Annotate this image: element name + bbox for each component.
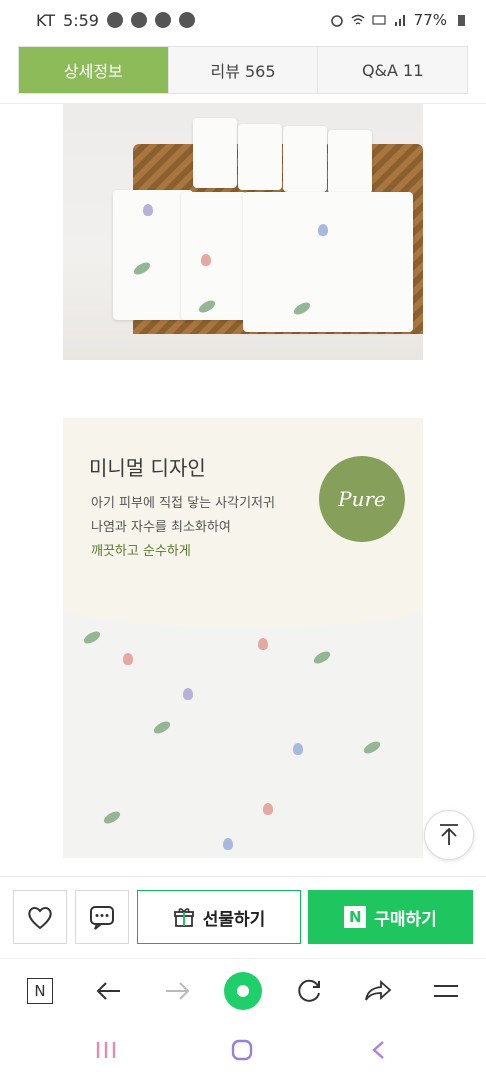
- rolled-towel: [283, 126, 327, 192]
- tab-reviews[interactable]: 리뷰 565: [168, 47, 319, 93]
- gift-icon: [173, 908, 194, 927]
- talk-button[interactable]: [75, 890, 129, 944]
- system-back-icon: [372, 1041, 384, 1059]
- promo-line: 아기 피부에 직접 닿는 사각기저귀: [91, 496, 275, 511]
- home-icon: [224, 972, 262, 1010]
- timer-icon: [130, 12, 147, 28]
- rolled-towel: [238, 124, 282, 190]
- forward-button[interactable]: [155, 969, 199, 1013]
- status-right: 77%: [330, 11, 468, 29]
- battery-percent: 77%: [413, 11, 447, 29]
- tulip-print: [223, 838, 233, 850]
- menu-icon: [434, 985, 458, 997]
- carrier: KT: [36, 10, 56, 30]
- home-button[interactable]: [221, 969, 265, 1013]
- refresh-button[interactable]: [288, 969, 332, 1013]
- tulip-print: [318, 224, 328, 236]
- tulip-print: [201, 254, 211, 266]
- product-image-minimal: 미니멀 디자인 아기 피부에 직접 닿는 사각기저귀 나염과 자수를 최소화하여…: [63, 418, 423, 858]
- hd-icon: [372, 15, 386, 25]
- promo-line: 깨끗하고 순수하게: [91, 544, 191, 559]
- n-tab-button[interactable]: N: [18, 969, 62, 1013]
- share-icon: [365, 980, 392, 1001]
- talk-icon: [106, 12, 123, 28]
- system-nav-bar: [0, 1020, 486, 1080]
- gift-label: 선물하기: [202, 909, 266, 930]
- battery-icon: [458, 15, 465, 26]
- cloud-icon: [154, 12, 171, 28]
- leaf-print: [81, 629, 103, 646]
- tulip-print: [143, 204, 153, 216]
- rolled-towel: [328, 130, 372, 194]
- system-home-icon: [231, 1039, 253, 1061]
- leaf-print: [311, 649, 333, 666]
- like-button[interactable]: [13, 890, 67, 944]
- browser-nav-bar: N: [0, 958, 486, 1020]
- system-home-button[interactable]: [222, 1034, 262, 1066]
- gift-button[interactable]: 선물하기: [137, 890, 301, 944]
- recent-apps-icon: [96, 1042, 116, 1058]
- tab-detail-info[interactable]: 상세정보: [19, 47, 169, 93]
- recent-apps-button[interactable]: [86, 1034, 126, 1066]
- tulip-print: [293, 743, 303, 755]
- tulip-print: [183, 688, 193, 700]
- menu-button[interactable]: [424, 969, 468, 1013]
- back-button[interactable]: [87, 969, 131, 1013]
- forward-icon: [166, 982, 190, 1000]
- rolled-towel: [193, 118, 237, 188]
- promo-title: 미니멀 디자인: [89, 456, 206, 480]
- status-bar: KT 5:59 77%: [0, 0, 486, 40]
- leaf-print: [151, 719, 173, 736]
- tulip-print: [263, 803, 273, 815]
- product-image-basket: [63, 104, 423, 360]
- promo-line: 나염과 자수를 최소화하여: [91, 520, 231, 535]
- signal-icon: [394, 15, 405, 26]
- share-button[interactable]: [356, 969, 400, 1013]
- buy-button[interactable]: N 구매하기: [308, 890, 473, 944]
- purchase-action-bar: 선물하기 N 구매하기: [0, 876, 486, 956]
- chat-icon: [90, 906, 114, 930]
- pure-badge: Pure: [319, 456, 405, 542]
- leaf-print: [101, 809, 123, 826]
- tab-qna[interactable]: Q&A 11: [318, 47, 468, 93]
- scroll-top-button[interactable]: [424, 810, 474, 860]
- fabric-photo: [63, 593, 423, 858]
- n-tab-icon: N: [27, 978, 53, 1004]
- leaf-print: [361, 739, 383, 756]
- tulip-print: [258, 638, 268, 650]
- back-icon: [96, 982, 120, 1000]
- arrow-up-icon: [440, 824, 458, 845]
- naver-n-icon: N: [344, 906, 367, 928]
- detail-tabs: 상세정보 리뷰 565 Q&A 11: [18, 46, 468, 94]
- status-left: KT 5:59: [36, 11, 195, 30]
- clock: 5:59: [63, 10, 99, 30]
- fabric-wave: [63, 568, 423, 628]
- wifi-icon: [351, 14, 365, 25]
- heart-icon: [28, 907, 52, 930]
- system-back-button[interactable]: [358, 1034, 398, 1066]
- buy-label: 구매하기: [374, 909, 437, 930]
- alarm-icon: [330, 15, 343, 27]
- tulip-print: [123, 653, 133, 665]
- cloud-icon: [178, 12, 195, 28]
- refresh-icon: [298, 979, 320, 1002]
- folded-towel: [243, 192, 413, 332]
